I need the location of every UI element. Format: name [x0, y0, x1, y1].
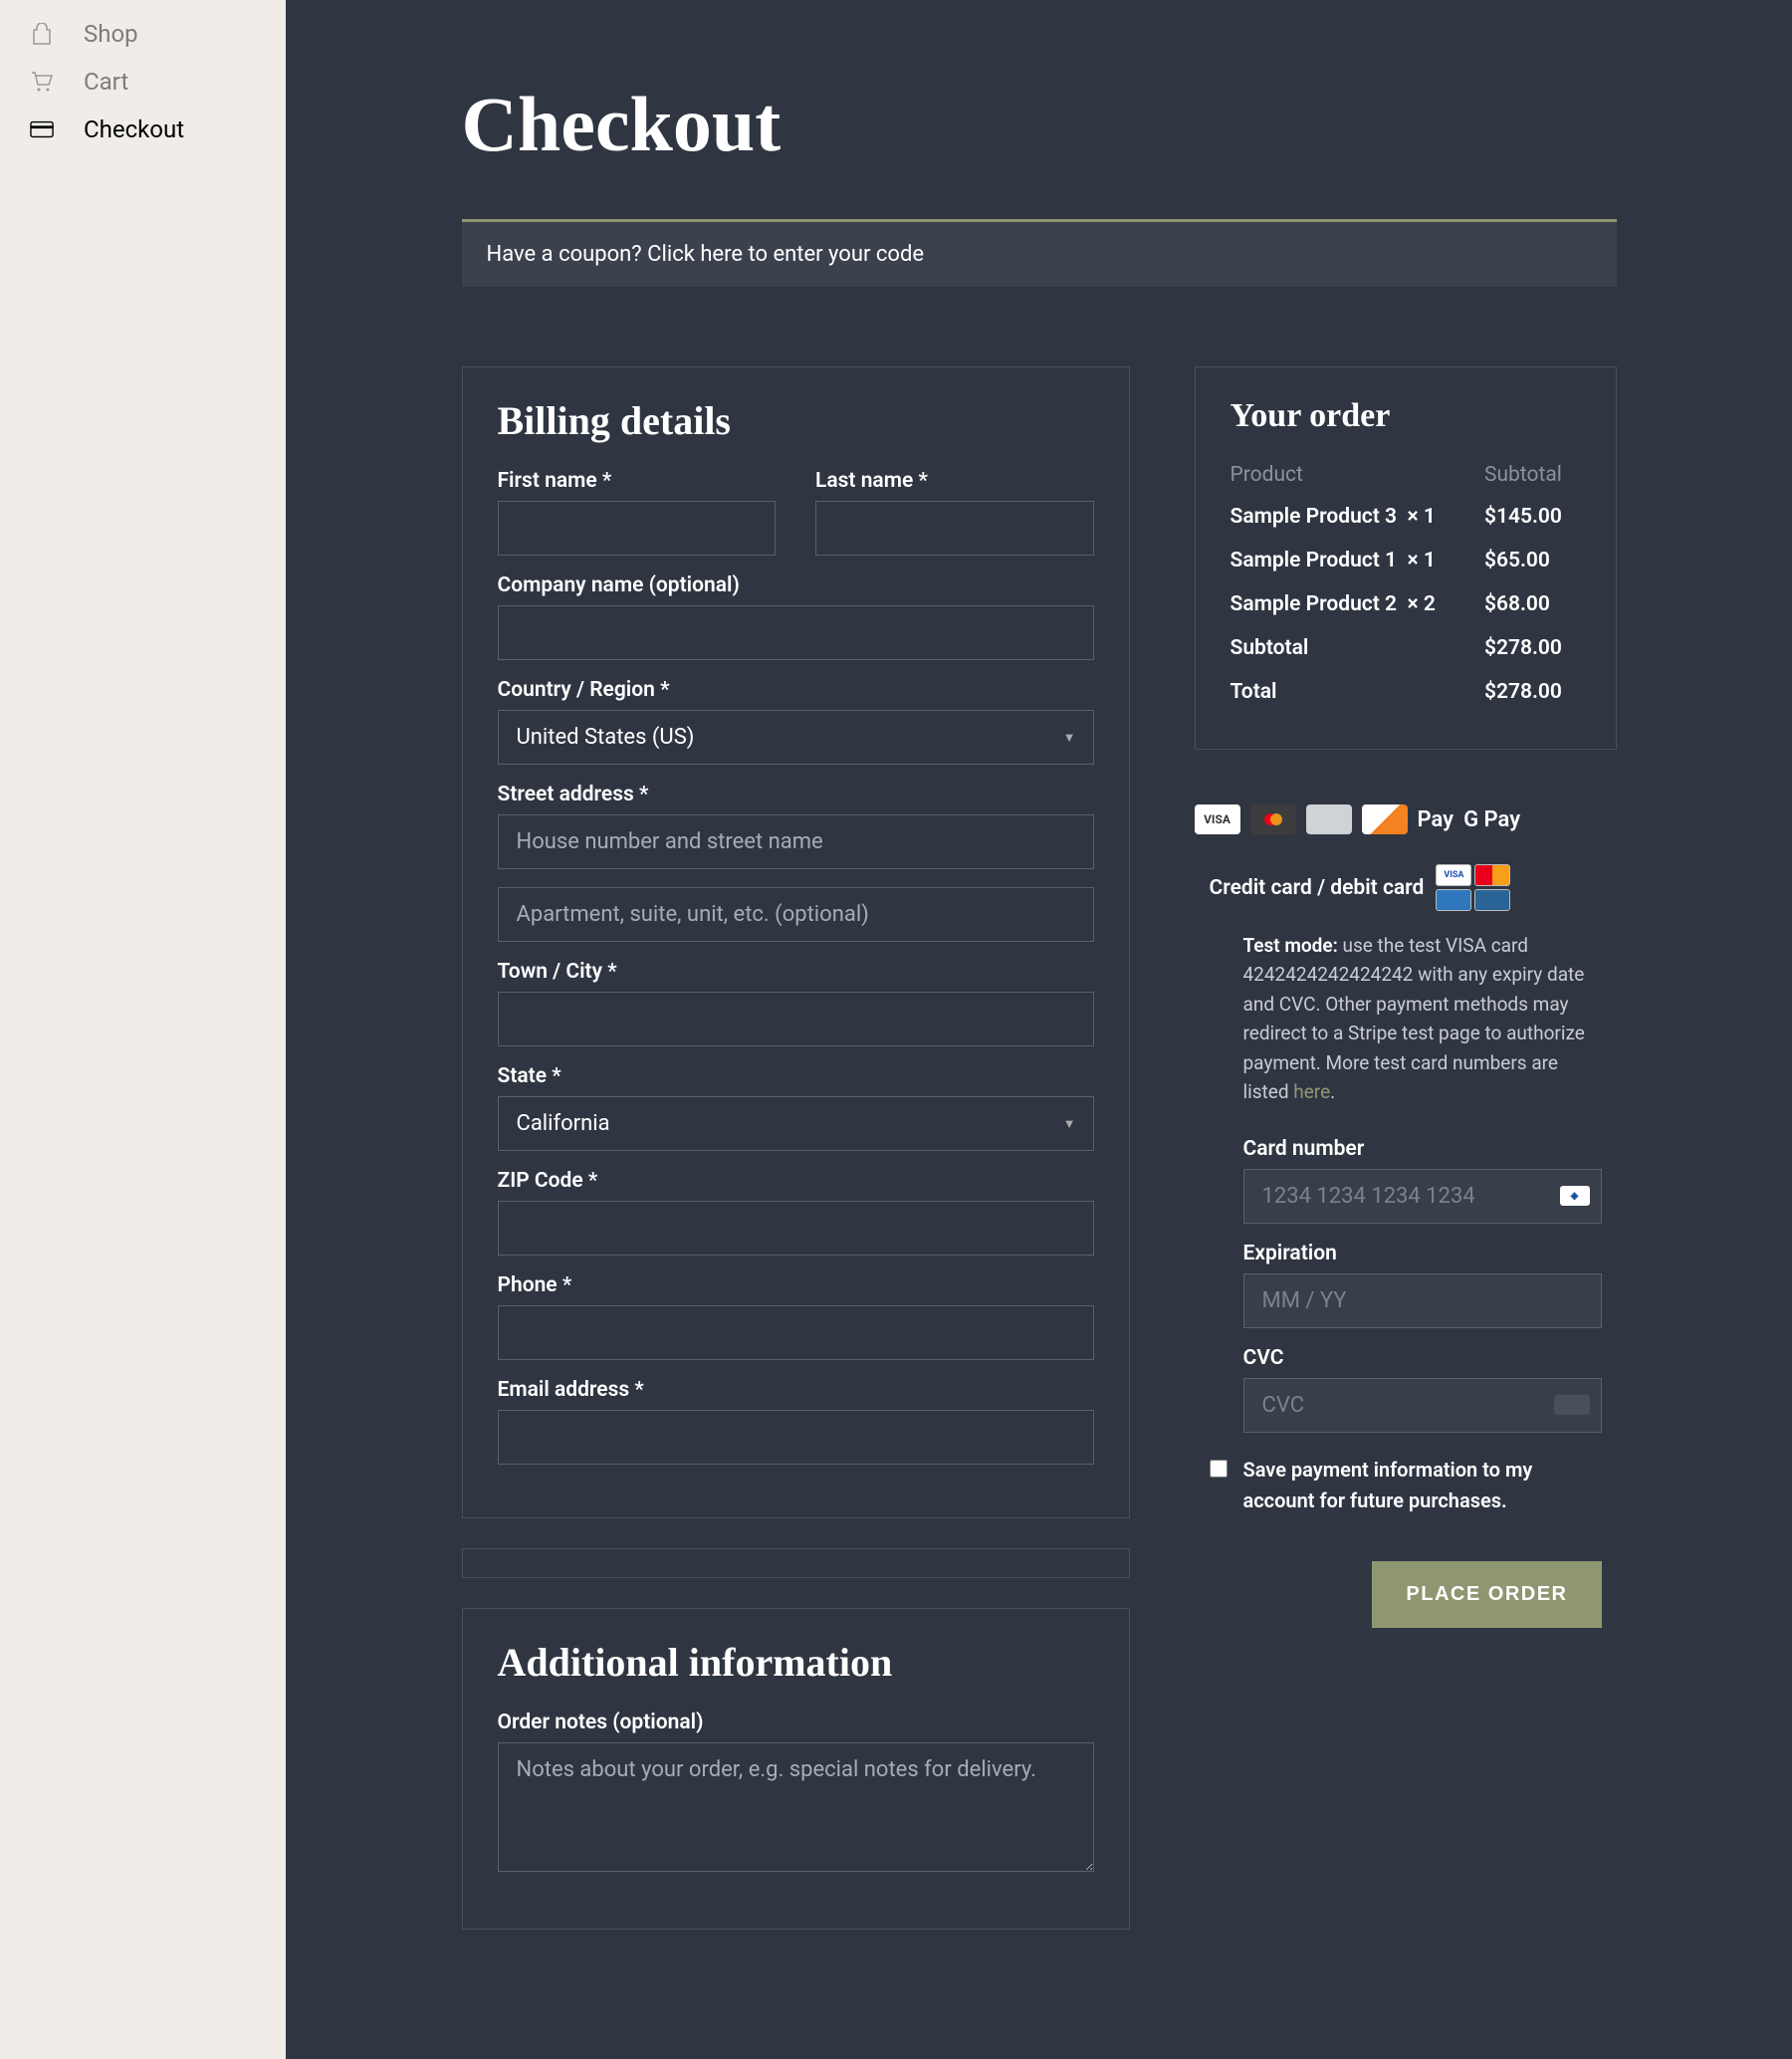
coupon-link[interactable]: Click here to enter your code [647, 242, 924, 267]
email-label: Email address * [498, 1378, 1094, 1402]
zip-field[interactable] [498, 1201, 1094, 1256]
item-name: Sample Product 1 [1231, 549, 1398, 572]
billing-heading: Billing details [498, 397, 1094, 444]
country-label: Country / Region * [498, 678, 1094, 702]
visa-icon: VISA [1195, 804, 1240, 834]
cvc-field[interactable] [1243, 1378, 1602, 1433]
town-label: Town / City * [498, 960, 1094, 984]
col-subtotal: Subtotal [1484, 455, 1581, 495]
sidebar-item-shop[interactable]: Shop [0, 10, 286, 58]
page-title: Checkout [462, 80, 1617, 169]
save-payment-label: Save payment information to my account f… [1243, 1455, 1602, 1516]
zip-label: ZIP Code * [498, 1169, 1094, 1193]
item-qty: × 1 [1407, 549, 1435, 572]
item-qty: × 2 [1407, 592, 1435, 616]
order-notes-field[interactable] [498, 1742, 1094, 1872]
order-notes-label: Order notes (optional) [498, 1711, 1094, 1734]
street-field-1[interactable] [498, 814, 1094, 869]
additional-info-panel: Additional information Order notes (opti… [462, 1608, 1130, 1930]
test-cards-link[interactable]: here [1293, 1080, 1330, 1103]
payment-method-icons: VISA Pay G Pay [1195, 780, 1617, 864]
email-field[interactable] [498, 1410, 1094, 1465]
shipping-panel-collapsed [462, 1548, 1130, 1578]
order-table: Product Subtotal Sample Product 3 × 1 $1… [1231, 455, 1581, 714]
payment-header: Credit card / debit card VISA [1210, 864, 1602, 911]
company-field[interactable] [498, 605, 1094, 660]
apple-pay-icon: Pay [1418, 804, 1455, 834]
coupon-notice: Have a coupon? Click here to enter your … [462, 219, 1617, 287]
first-name-label: First name * [498, 469, 777, 493]
subtotal-label: Subtotal [1231, 626, 1484, 670]
sidebar-item-cart[interactable]: Cart [0, 58, 286, 106]
mastercard-icon [1250, 804, 1296, 834]
order-row: Sample Product 2 × 2 $68.00 [1231, 582, 1581, 626]
card-icon [30, 117, 54, 141]
save-payment-checkbox[interactable] [1210, 1460, 1228, 1478]
mastercard-badge [1474, 864, 1510, 886]
sidebar-item-label: Shop [84, 20, 138, 48]
street-field-2[interactable] [498, 887, 1094, 942]
col-product: Product [1231, 455, 1484, 495]
payment-box: Credit card / debit card VISA Test mode:… [1195, 864, 1617, 1628]
company-label: Company name (optional) [498, 573, 1094, 597]
item-subtotal: $65.00 [1484, 539, 1581, 582]
last-name-field[interactable] [815, 501, 1094, 556]
state-select[interactable]: California [498, 1096, 1094, 1151]
cvc-hint-icon [1554, 1395, 1590, 1415]
billing-panel: Billing details First name * Last name *… [462, 366, 1130, 1518]
street-label: Street address * [498, 783, 1094, 806]
subtotal-value: $278.00 [1484, 626, 1581, 670]
sidebar-item-label: Cart [84, 68, 128, 96]
discover-icon [1362, 804, 1408, 834]
google-pay-icon: G Pay [1463, 804, 1520, 834]
order-row: Sample Product 3 × 1 $145.00 [1231, 495, 1581, 539]
last-name-label: Last name * [815, 469, 1094, 493]
country-select[interactable]: United States (US) [498, 710, 1094, 765]
expiration-field[interactable] [1243, 1273, 1602, 1328]
visa-badge: VISA [1436, 864, 1471, 886]
order-heading: Your order [1231, 397, 1581, 435]
main-content: Checkout Have a coupon? Click here to en… [286, 0, 1792, 2059]
total-value: $278.00 [1484, 670, 1581, 714]
cb-badge [1474, 889, 1510, 911]
item-subtotal: $68.00 [1484, 582, 1581, 626]
item-qty: × 1 [1407, 505, 1435, 529]
cvc-label: CVC [1243, 1346, 1602, 1370]
bag-icon [30, 22, 54, 46]
amex-badge [1436, 889, 1471, 911]
order-summary-panel: Your order Product Subtotal Sample Produ… [1195, 366, 1617, 750]
coupon-prompt: Have a coupon? [487, 242, 648, 267]
cart-icon [30, 70, 54, 94]
amex-icon [1306, 804, 1352, 834]
diners-icon: ◈ [1560, 1186, 1590, 1206]
sidebar-item-label: Checkout [84, 115, 184, 143]
order-row: Sample Product 1 × 1 $65.00 [1231, 539, 1581, 582]
sidebar-item-checkout[interactable]: Checkout [0, 106, 286, 153]
place-order-button[interactable]: PLACE ORDER [1372, 1561, 1601, 1628]
item-name: Sample Product 3 [1231, 505, 1398, 529]
card-number-field[interactable] [1243, 1169, 1602, 1224]
save-payment-row[interactable]: Save payment information to my account f… [1210, 1455, 1602, 1516]
card-number-label: Card number [1243, 1137, 1602, 1161]
state-label: State * [498, 1064, 1094, 1088]
sidebar: Shop Cart Checkout [0, 0, 286, 2059]
additional-heading: Additional information [498, 1639, 1094, 1686]
item-name: Sample Product 2 [1231, 592, 1398, 616]
test-mode-note: Test mode: use the test VISA card 424242… [1210, 931, 1602, 1107]
first-name-field[interactable] [498, 501, 777, 556]
town-field[interactable] [498, 992, 1094, 1046]
phone-label: Phone * [498, 1273, 1094, 1297]
item-subtotal: $145.00 [1484, 495, 1581, 539]
payment-method-label: Credit card / debit card [1210, 876, 1425, 900]
expiration-label: Expiration [1243, 1242, 1602, 1265]
total-label: Total [1231, 670, 1484, 714]
phone-field[interactable] [498, 1305, 1094, 1360]
